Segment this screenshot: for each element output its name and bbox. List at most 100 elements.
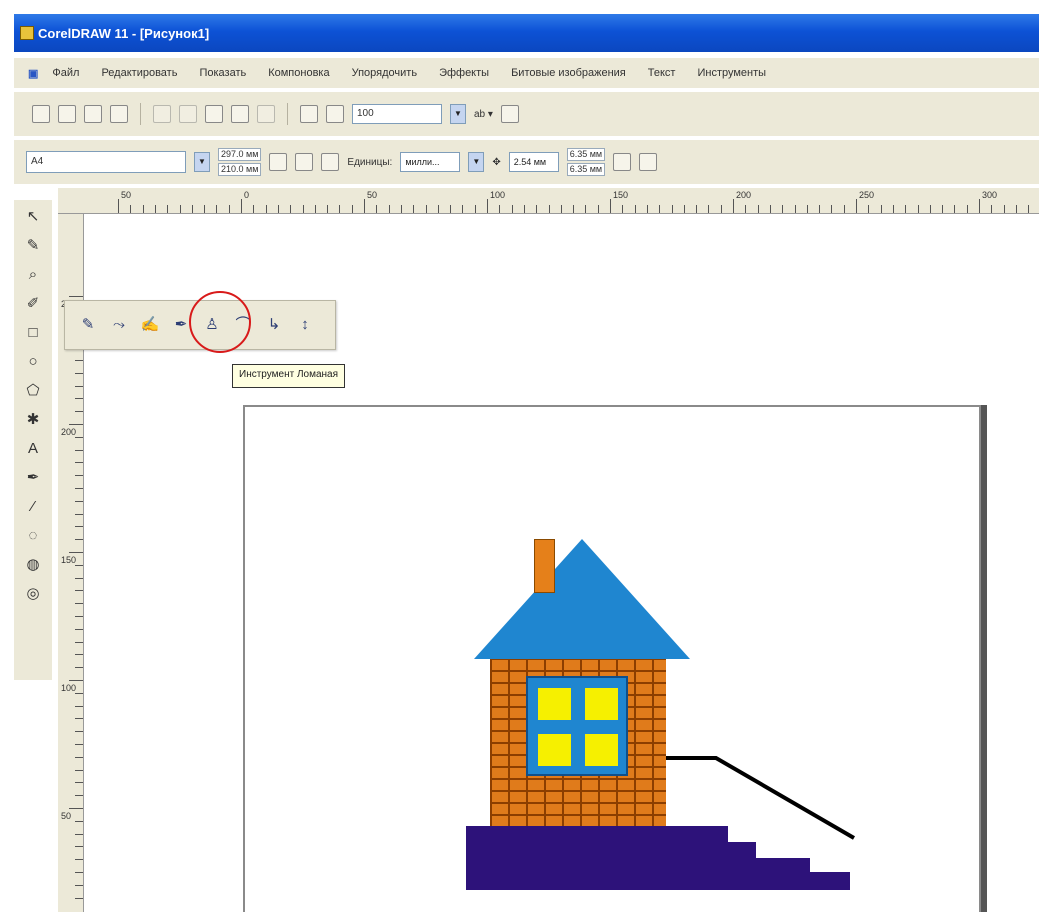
shape-tool-icon[interactable]: ✎ (22, 235, 44, 257)
document-menu-icon[interactable]: ▣ (28, 67, 38, 80)
portrait-icon[interactable] (269, 153, 288, 171)
treat-as-filled-icon[interactable] (613, 153, 632, 171)
ruler-tick (794, 205, 796, 213)
page-settings-icon[interactable] (321, 153, 340, 171)
ruler-tick (75, 654, 83, 656)
ruler-label: 150 (61, 555, 77, 565)
duplicate-v-input[interactable]: 6.35 мм (566, 163, 606, 176)
house-roof[interactable] (474, 539, 690, 659)
freehand-icon[interactable]: ✎ (77, 314, 99, 336)
menu-file[interactable]: Файл (52, 67, 79, 79)
import-icon[interactable] (300, 105, 318, 123)
menu-text[interactable]: Текст (648, 67, 676, 79)
ellipse-tool-icon[interactable]: ○ (22, 351, 44, 373)
ruler-tick (75, 897, 83, 899)
dimension-icon[interactable]: ↕ (294, 314, 316, 336)
menu-edit[interactable]: Редактировать (101, 67, 177, 79)
ruler-label: 200 (61, 427, 77, 437)
fill-icon[interactable]: ◍ (22, 554, 44, 576)
redo-icon[interactable] (257, 105, 275, 123)
interactive-fill-icon[interactable]: ✒ (22, 467, 44, 489)
ruler-tick (75, 731, 83, 733)
house-window[interactable] (526, 676, 628, 776)
application-launcher[interactable]: ab ▾ (474, 109, 493, 120)
menu-view[interactable]: Показать (199, 67, 246, 79)
ruler-tick (733, 199, 734, 213)
house-chimney[interactable] (534, 539, 555, 593)
stair-step[interactable] (756, 858, 810, 890)
freehand-tool-icon[interactable]: ✐ (22, 293, 44, 315)
ruler-tick (75, 564, 83, 566)
text-tool-icon[interactable]: A (22, 438, 44, 460)
ruler-tick (905, 205, 907, 213)
paste-icon[interactable] (205, 105, 223, 123)
ruler-label: 300 (982, 190, 998, 200)
ruler-tick (75, 398, 83, 400)
ruler-tick (831, 205, 833, 213)
outline-icon[interactable]: ◌ (22, 525, 44, 547)
menu-tools[interactable]: Инструменты (697, 67, 766, 79)
menu-arrange[interactable]: Упорядочить (352, 67, 417, 79)
bezier-icon[interactable]: ⤳ (108, 314, 130, 336)
snap-icon[interactable] (639, 153, 658, 171)
ruler-tick (75, 500, 83, 502)
new-document-icon[interactable] (32, 105, 50, 123)
spiral-tool-icon[interactable]: ✱ (22, 409, 44, 431)
zoom-level-input[interactable]: 100 (352, 104, 442, 124)
menu-effects[interactable]: Эффекты (439, 67, 489, 79)
ruler-tick (75, 526, 83, 528)
ruler-tick (696, 205, 698, 213)
artistic-media-icon[interactable]: ✍ (139, 314, 161, 336)
house-foundation[interactable] (466, 826, 728, 890)
interactive-tool-icon[interactable]: ◎ (22, 583, 44, 605)
duplicate-distance: 6.35 мм 6.35 мм (566, 147, 606, 177)
print-icon[interactable] (110, 105, 128, 123)
cut-icon[interactable] (153, 105, 171, 123)
save-icon[interactable] (84, 105, 102, 123)
menu-layout[interactable]: Компоновка (268, 67, 329, 79)
page-width-input[interactable]: 297.0 мм (218, 148, 262, 161)
duplicate-h-input[interactable]: 6.35 мм (566, 148, 606, 161)
ruler-tick (228, 205, 230, 213)
open-icon[interactable] (58, 105, 76, 123)
zoom-dropdown-icon[interactable]: ▼ (450, 104, 466, 124)
ruler-tick (75, 513, 83, 515)
copy-icon[interactable] (179, 105, 197, 123)
horizontal-ruler[interactable]: 50 0 50 100 150 200 250 300 (58, 188, 1039, 214)
toolbar-separator (140, 103, 141, 125)
interactive-connector-icon[interactable]: ↳ (263, 314, 285, 336)
ruler-tick (75, 859, 83, 861)
ruler-tick (474, 205, 476, 213)
polygon-tool-icon[interactable]: ⬠ (22, 380, 44, 402)
ruler-tick (437, 205, 439, 213)
zoom-tool-icon[interactable]: ⌕ (22, 264, 44, 286)
corel-online-icon[interactable] (500, 105, 519, 123)
rectangle-tool-icon[interactable]: □ (22, 322, 44, 344)
ruler-tick (75, 616, 83, 617)
paper-size-dropdown-icon[interactable]: ▼ (194, 152, 210, 172)
menu-bitmaps[interactable]: Битовые изображения (511, 67, 626, 79)
undo-icon[interactable] (231, 105, 249, 123)
export-icon[interactable] (326, 105, 344, 123)
ruler-tick (75, 692, 83, 694)
nudge-distance-input[interactable]: 2.54 мм (508, 152, 559, 172)
stair-step[interactable] (810, 872, 850, 890)
page-height-input[interactable]: 210.0 мм (218, 163, 262, 176)
ruler-tick (659, 205, 661, 213)
paper-size-select[interactable]: A4 (26, 151, 186, 173)
units-dropdown-icon[interactable]: ▼ (468, 152, 485, 172)
eyedropper-icon[interactable]: ⁄ (22, 496, 44, 518)
ruler-tick (69, 680, 83, 681)
ruler-label: 100 (61, 683, 77, 693)
ruler-tick (757, 205, 759, 213)
stair-step[interactable] (728, 842, 756, 890)
window-title: CorelDRAW 11 - [Рисунок1] (38, 25, 210, 41)
ruler-tick (75, 360, 83, 361)
ruler-tick (610, 199, 611, 213)
units-select[interactable]: милли... (400, 152, 461, 172)
ruler-tick (290, 205, 292, 213)
ruler-tick (782, 205, 784, 213)
landscape-icon[interactable] (295, 153, 314, 171)
pick-tool-icon[interactable]: ↖ (22, 206, 44, 228)
ruler-tick (917, 205, 919, 213)
